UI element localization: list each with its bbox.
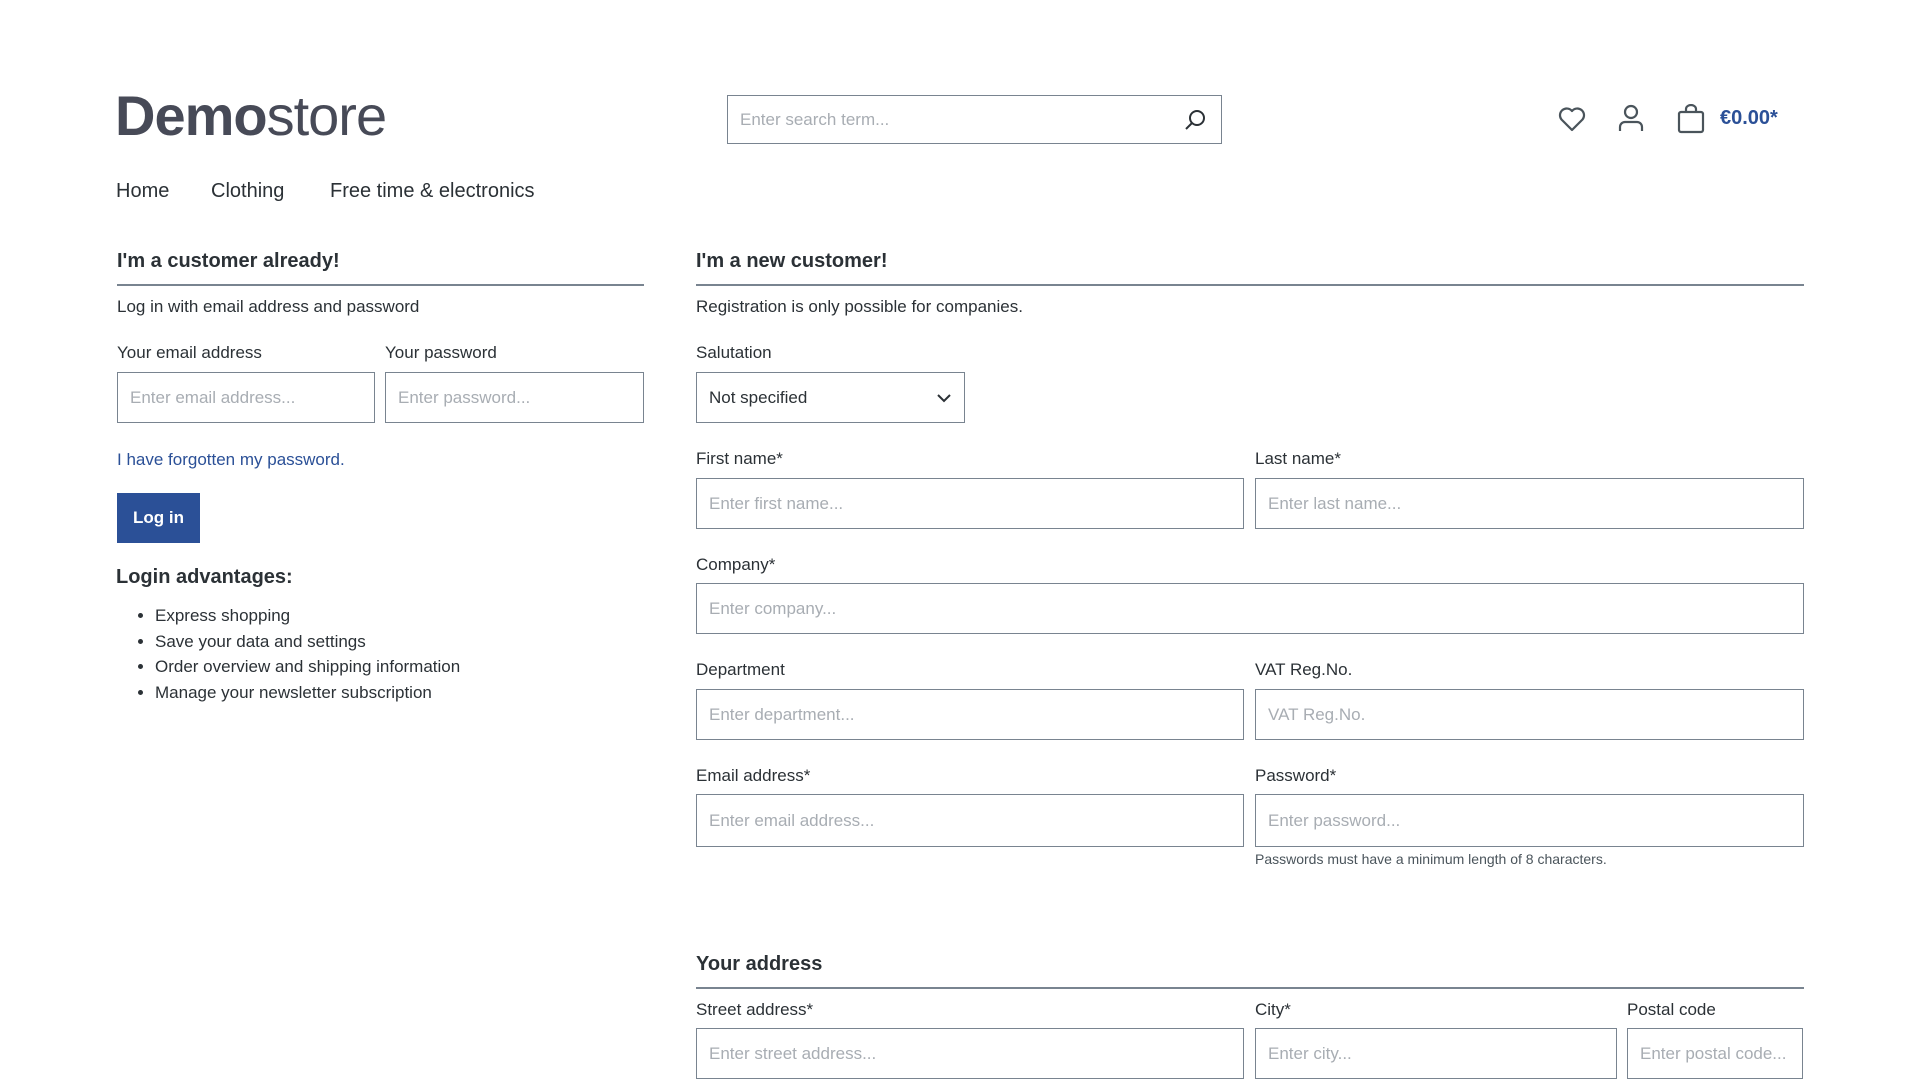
first-name-field	[696, 478, 1244, 529]
divider	[117, 284, 644, 286]
login-password-field	[385, 372, 644, 423]
list-item: Express shopping	[155, 603, 460, 629]
last-name-field	[1255, 478, 1804, 529]
list-item: Order overview and shipping information	[155, 654, 460, 680]
divider	[696, 284, 1804, 286]
login-email-field	[117, 372, 375, 423]
login-password-input[interactable]	[386, 373, 643, 422]
city-label: City*	[1255, 1000, 1291, 1019]
salutation-label: Salutation	[696, 343, 772, 362]
nav-free-time-electronics[interactable]: Free time & electronics	[330, 180, 535, 203]
postal-code-label: Postal code	[1627, 1000, 1716, 1019]
first-name-label: First name*	[696, 449, 783, 468]
login-advantages-list: Express shopping Save your data and sett…	[117, 603, 460, 706]
login-title: I'm a customer already!	[117, 250, 340, 272]
logo-light: store	[266, 84, 387, 147]
postal-code-input[interactable]	[1628, 1029, 1802, 1078]
list-item: Save your data and settings	[155, 629, 460, 655]
department-label: Department	[696, 660, 785, 679]
forgot-password-link[interactable]: I have forgotten my password.	[117, 450, 345, 470]
street-input[interactable]	[697, 1029, 1243, 1078]
register-intro: Registration is only possible for compan…	[696, 297, 1023, 316]
register-email-input[interactable]	[697, 795, 1243, 846]
vat-label: VAT Reg.No.	[1255, 660, 1353, 679]
heart-icon[interactable]	[1558, 106, 1586, 137]
register-email-label: Email address*	[696, 766, 811, 785]
login-password-label: Your password	[385, 343, 497, 362]
logo[interactable]: Demostore	[115, 84, 387, 148]
city-field	[1255, 1028, 1617, 1079]
divider	[696, 987, 1804, 989]
address-title: Your address	[696, 953, 823, 975]
nav-home[interactable]: Home	[116, 180, 169, 203]
nav-clothing[interactable]: Clothing	[211, 180, 284, 203]
postal-code-field	[1627, 1028, 1803, 1079]
register-email-field	[696, 794, 1244, 847]
search-icon[interactable]	[1183, 108, 1207, 137]
vat-input[interactable]	[1256, 690, 1803, 739]
salutation-select[interactable]: Not specified	[696, 372, 965, 423]
user-icon[interactable]	[1618, 104, 1644, 137]
login-email-input[interactable]	[118, 373, 374, 422]
last-name-label: Last name*	[1255, 449, 1341, 468]
login-intro: Log in with email address and password	[117, 297, 420, 316]
password-hint: Passwords must have a minimum length of …	[1255, 851, 1607, 867]
salutation-value: Not specified	[709, 387, 808, 407]
last-name-input[interactable]	[1256, 479, 1803, 528]
street-label: Street address*	[696, 1000, 814, 1019]
login-advantages-title: Login advantages:	[116, 566, 293, 588]
register-password-field	[1255, 794, 1804, 847]
company-input[interactable]	[697, 584, 1803, 633]
search-box	[727, 95, 1222, 144]
register-password-input[interactable]	[1256, 795, 1803, 846]
city-input[interactable]	[1256, 1029, 1616, 1078]
bag-icon[interactable]	[1677, 103, 1705, 139]
company-label: Company*	[696, 555, 776, 574]
first-name-input[interactable]	[697, 479, 1243, 528]
login-email-label: Your email address	[117, 343, 262, 362]
company-field	[696, 583, 1804, 634]
register-title: I'm a new customer!	[696, 250, 888, 272]
list-item: Manage your newsletter subscription	[155, 680, 460, 706]
cart-total[interactable]: €0.00*	[1720, 107, 1778, 130]
logo-bold: Demo	[115, 84, 268, 147]
search-input[interactable]	[728, 96, 1172, 143]
street-field	[696, 1028, 1244, 1079]
login-button[interactable]: Log in	[117, 493, 200, 543]
register-password-label: Password*	[1255, 766, 1337, 785]
department-input[interactable]	[697, 690, 1243, 739]
department-field	[696, 689, 1244, 740]
vat-field	[1255, 689, 1804, 740]
chevron-down-icon	[936, 388, 952, 408]
